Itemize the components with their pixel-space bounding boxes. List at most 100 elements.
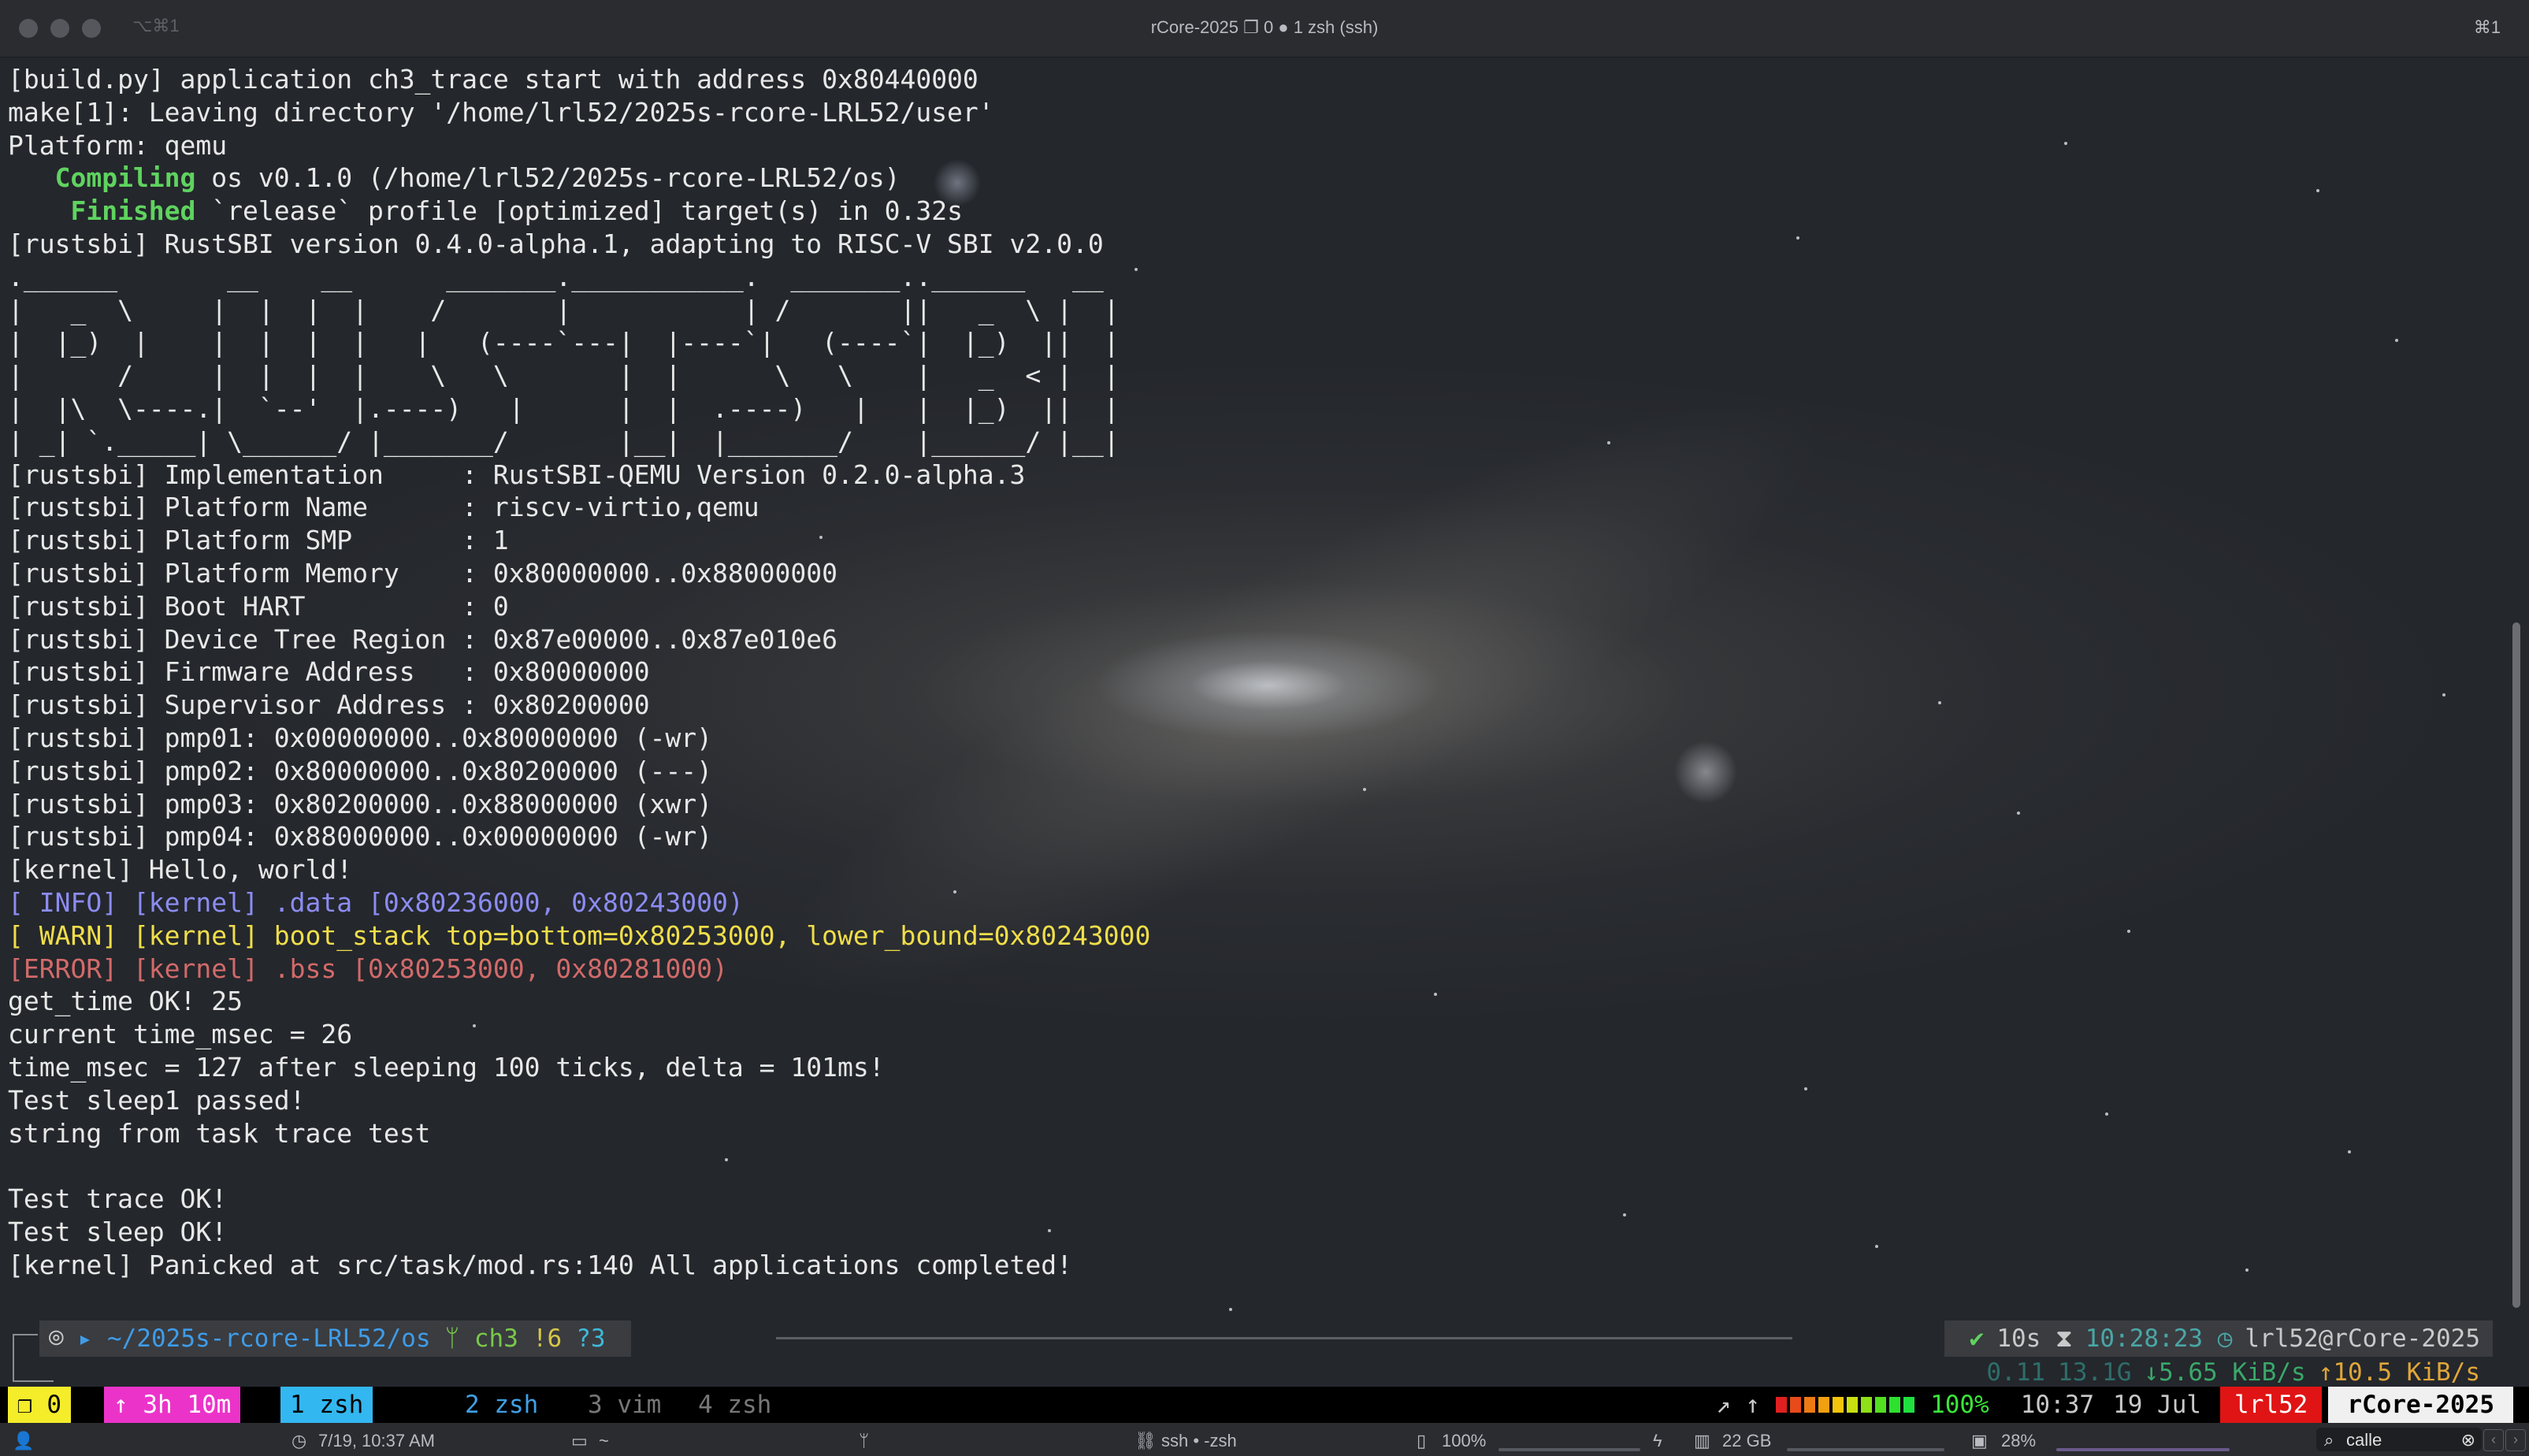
terminal-line: Platform: qemu — [8, 129, 228, 161]
ascii-banner-line: | |_) | | | | | | (----`---| |----`| (--… — [8, 327, 1120, 358]
tmux-uptime: ↑ 3h 10m — [104, 1387, 241, 1423]
terminal-line: [rustsbi] pmp04: 0x88000000..0x00000000 … — [8, 821, 713, 852]
memory-icon: ▥ — [1694, 1431, 1710, 1450]
ascii-banner-line: .______ __ __ _______.___________. _____… — [8, 261, 1104, 292]
scrollbar-thumb[interactable] — [2512, 622, 2520, 1308]
clock-icon: ◷ — [292, 1431, 307, 1450]
tmux-window-2[interactable]: 2 zsh — [455, 1387, 548, 1423]
star — [2127, 930, 2130, 933]
star — [2064, 142, 2067, 145]
terminal-line: get_time OK! 25 — [8, 986, 243, 1017]
prompt-git-untracked: ?3 — [576, 1324, 606, 1353]
tmux-session[interactable]: ❐ 0 — [8, 1387, 71, 1423]
charging-icon: ϟ — [1653, 1431, 1662, 1450]
star — [2017, 812, 2020, 815]
prompt-git-modified: !6 — [532, 1324, 563, 1353]
terminal-line: [kernel] Panicked at src/task/mod.rs:140… — [8, 1249, 1073, 1280]
ram-usage: 13.1G — [2058, 1358, 2132, 1387]
log-info-line: [ INFO] [kernel] .data [0x80236000, 0x80… — [8, 886, 744, 918]
prompt-directory: ▸ ~/2025s-rcore-LRL52/os — [77, 1324, 431, 1353]
battery-level-bar — [1776, 1397, 1918, 1413]
terminal-line-finished: Finished `release` profile [optimized] t… — [8, 195, 963, 227]
find-input[interactable]: ⌕ calle ⊗ — [2316, 1428, 2482, 1451]
tmux-status-bar: ❐ 0 ↑ 3h 10m 1 zsh 2 zsh 3 vim 4 zsh ↗ ↑… — [0, 1387, 2529, 1423]
terminal-window: ⌥⌘1 rCore-2025 ❐ 0 ● 1 zsh (ssh) ⌘1 [bui… — [0, 0, 2529, 1456]
star — [1363, 788, 1366, 791]
ascii-banner-line: | |\ \----.| `--' |.----) | | | .----) |… — [8, 392, 1120, 424]
system-status-bar: 👤 ◷ 7/19, 10:37 AM ▭ ~ ᛘ ⛓ ssh • -zsh ▯ … — [0, 1423, 2529, 1456]
tmux-window-3[interactable]: 3 vim — [578, 1387, 670, 1423]
prompt-right-segment: ✔ 10s ⧗ 10:28:23 ◷ lrl52@rCore-2025 — [1944, 1320, 2493, 1357]
tmux-window-1[interactable]: 1 zsh — [280, 1387, 373, 1423]
tmux-right-status: ↗ ↑ 100% 10:37 19 Jul lrl52 rCore-2025 — [1716, 1387, 2513, 1423]
prompt-clock: 10:28:23 ◷ — [2085, 1324, 2233, 1353]
tmux-arrows: ↗ ↑ — [1716, 1391, 1761, 1419]
tmux-window-4[interactable]: 4 zsh — [689, 1387, 781, 1423]
battery-cell — [1889, 1397, 1901, 1413]
window-shortcut-label: ⌘1 — [2473, 17, 2501, 37]
terminal-line: [rustsbi] Supervisor Address : 0x8020000… — [8, 689, 650, 721]
battery-mini-bar — [1498, 1439, 1640, 1456]
terminal-line: [rustsbi] Firmware Address : 0x80000000 — [8, 656, 650, 688]
terminal-output[interactable]: [build.py] application ch3_trace start w… — [8, 63, 1150, 1281]
star — [2442, 693, 2445, 696]
title-bar: ⌥⌘1 rCore-2025 ❐ 0 ● 1 zsh (ssh) ⌘1 — [0, 0, 2529, 58]
find-next-button[interactable]: › — [2505, 1429, 2526, 1451]
terminal-line: [rustsbi] Platform Memory : 0x80000000..… — [8, 557, 837, 589]
git-branch-icon: ᛘ — [859, 1431, 870, 1450]
battery-cell — [1776, 1397, 1788, 1413]
terminal-line: [rustsbi] Platform SMP : 1 — [8, 525, 509, 556]
terminal-line: string from task trace test — [8, 1117, 431, 1149]
net-upload: ↑10.5 KiB/s — [2318, 1358, 2480, 1387]
star — [1796, 236, 1799, 240]
memory-label: 22 GB — [1722, 1431, 1772, 1450]
load-average: 0.11 — [1986, 1358, 2046, 1387]
battery-cell — [1847, 1397, 1859, 1413]
terminal-line: make[1]: Leaving directory '/home/lrl52/… — [8, 96, 994, 128]
star — [2395, 339, 2398, 342]
terminal-line: [rustsbi] Implementation : RustSBI-QEMU … — [8, 459, 1026, 490]
tmux-host: rCore-2025 — [2328, 1387, 2513, 1423]
find-previous-button[interactable]: ‹ — [2483, 1429, 2504, 1451]
ssh-label: ssh • -zsh — [1161, 1431, 1237, 1450]
terminal-line: [rustsbi] pmp01: 0x00000000..0x80000000 … — [8, 722, 713, 753]
ascii-banner-line: | _| `._____| \______/ |_______/ |__| |_… — [8, 425, 1120, 457]
star — [2348, 1150, 2351, 1153]
star — [1607, 441, 1610, 444]
window-title: rCore-2025 ❐ 0 ● 1 zsh (ssh) — [1150, 17, 1379, 37]
log-error-line: [ERROR] [kernel] .bss [0x80253000, 0x802… — [8, 953, 728, 984]
battery-cell — [1804, 1397, 1816, 1413]
terminal-line: [rustsbi] Boot HART : 0 — [8, 590, 509, 622]
battery-cell — [1790, 1397, 1802, 1413]
folder-label: ~ — [599, 1431, 609, 1450]
battery-cell — [1861, 1397, 1873, 1413]
tmux-date: 19 Jul — [2113, 1391, 2202, 1419]
battery-cell — [1833, 1397, 1844, 1413]
terminal-line: [kernel] Hello, world! — [8, 854, 353, 886]
terminal-line: [rustsbi] Platform Name : riscv-virtio,q… — [8, 492, 759, 523]
net-download: ↓5.65 KiB/s — [2144, 1358, 2306, 1387]
prompt-git-branch: ᛘ ch3 — [444, 1324, 518, 1353]
terminal-line: [rustsbi] RustSBI version 0.4.0-alpha.1,… — [8, 228, 1104, 259]
folder-icon: ▭ — [571, 1431, 588, 1450]
command-duration: 10s ⧗ — [1996, 1324, 2073, 1353]
clear-search-icon[interactable]: ⊗ — [2461, 1430, 2475, 1450]
star — [1434, 993, 1437, 996]
prompt-user-host: lrl52@rCore-2025 — [2245, 1324, 2480, 1353]
memory-mini-bar — [1787, 1439, 1944, 1456]
prompt-filler-line — [776, 1337, 1792, 1339]
terminal-line: [rustsbi] Device Tree Region : 0x87e0000… — [8, 623, 837, 655]
ssh-icon: ⛓ — [1135, 1431, 1157, 1450]
battery-cell — [1818, 1397, 1830, 1413]
terminal-line: time_msec = 127 after sleeping 100 ticks… — [8, 1051, 885, 1083]
terminal-line-compiling: Compiling os v0.1.0 (/home/lrl52/2025s-r… — [8, 162, 901, 194]
star — [2105, 1112, 2108, 1116]
terminal-line: Test sleep1 passed! — [8, 1084, 306, 1116]
battery-cell — [1903, 1397, 1915, 1413]
user-icon[interactable]: 👤 — [13, 1431, 34, 1451]
terminal-line: Test sleep OK! — [8, 1216, 228, 1247]
search-icon: ⌕ — [2324, 1430, 2334, 1450]
cpu-label: 28% — [2001, 1431, 2037, 1450]
star — [2316, 189, 2319, 192]
